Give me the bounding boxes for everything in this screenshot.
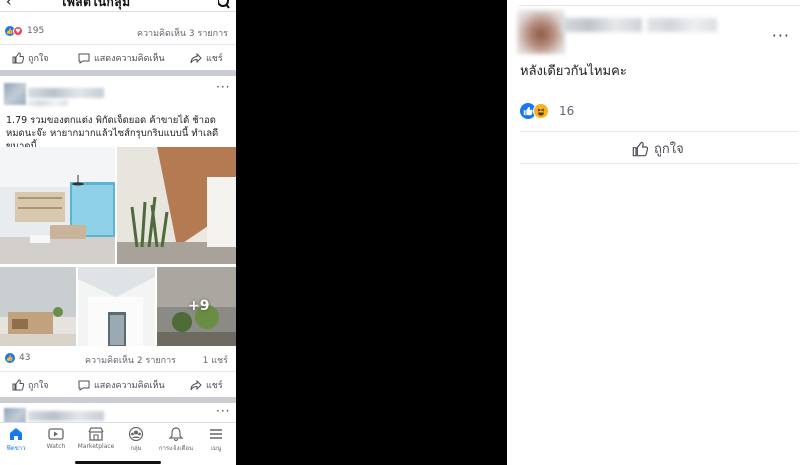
share-button[interactable]: แชร์ bbox=[190, 51, 223, 65]
menu-icon bbox=[210, 429, 222, 439]
like-label: ถูกใจ bbox=[654, 142, 684, 157]
comment-icon bbox=[78, 53, 90, 64]
comments-count[interactable]: ความคิดเห็น 2 รายการ bbox=[85, 353, 176, 367]
tab-label: การแจ้งเตือน bbox=[158, 445, 194, 452]
author-name[interactable] bbox=[28, 411, 104, 421]
divider bbox=[519, 5, 800, 6]
shares-count[interactable]: 1 แชร์ bbox=[203, 353, 228, 367]
share-button[interactable]: แชร์ bbox=[190, 378, 223, 392]
commenter-name[interactable] bbox=[562, 18, 642, 32]
tab-label: ฟีดข่าว bbox=[6, 445, 26, 452]
header-title: โพสต์ในกลุ่ม bbox=[60, 0, 131, 9]
comment-button[interactable]: แสดงความคิดเห็น bbox=[78, 378, 165, 392]
tab-menu[interactable]: เมนู bbox=[196, 427, 236, 453]
like-button[interactable]: ถูกใจ bbox=[632, 138, 684, 159]
search-icon[interactable] bbox=[217, 0, 230, 13]
back-icon[interactable]: ‹ bbox=[6, 0, 12, 10]
share-label: แชร์ bbox=[206, 53, 223, 64]
groups-icon bbox=[128, 427, 144, 441]
more-options-icon[interactable]: ··· bbox=[216, 80, 230, 94]
share-icon bbox=[190, 379, 202, 390]
comment-label: แสดงความคิดเห็น bbox=[94, 380, 165, 391]
like-reaction-icon: 👍 bbox=[5, 353, 15, 363]
top-header: ‹ โพสต์ในกลุ่ม bbox=[0, 0, 236, 12]
right-comment-panel: ··· หลังเดียวกันไหมคะ 16 ถูกใจ bbox=[507, 0, 800, 465]
post-separator bbox=[0, 397, 236, 403]
divider bbox=[520, 131, 798, 132]
post2-reactions[interactable]: 👍 43 bbox=[5, 353, 30, 363]
like-button[interactable]: ถูกใจ bbox=[12, 378, 49, 392]
tab-label: กลุ่ม bbox=[130, 445, 142, 452]
post-photo-4[interactable] bbox=[78, 267, 155, 346]
share-label: แชร์ bbox=[206, 380, 223, 391]
post2-action-bar: ถูกใจ แสดงความคิดเห็น แชร์ bbox=[0, 371, 236, 397]
bell-icon bbox=[168, 427, 184, 441]
like-label: ถูกใจ bbox=[28, 380, 49, 391]
tab-notifications[interactable]: การแจ้งเตือน bbox=[156, 427, 196, 453]
comment-label: แสดงความคิดเห็น bbox=[94, 53, 165, 64]
tab-label: Marketplace bbox=[77, 443, 115, 450]
comment-reactions[interactable]: 16 bbox=[520, 103, 574, 119]
haha-reaction-icon bbox=[533, 103, 549, 119]
reaction-count: 43 bbox=[19, 353, 31, 363]
post-photo-1[interactable] bbox=[0, 147, 115, 264]
thumbs-up-icon bbox=[632, 141, 648, 156]
like-button[interactable]: ถูกใจ bbox=[12, 51, 49, 65]
reaction-count: 16 bbox=[559, 104, 575, 118]
reaction-count: 195 bbox=[27, 26, 45, 36]
comment-text: หลังเดียวกันไหมคะ bbox=[520, 64, 627, 79]
post-timestamp bbox=[28, 100, 68, 106]
post1-reactions[interactable]: 👍 ♥ 195 bbox=[5, 26, 44, 36]
marketplace-icon bbox=[88, 427, 104, 441]
home-icon bbox=[10, 428, 22, 440]
post-separator bbox=[0, 70, 236, 76]
tab-news-feed[interactable]: ฟีดข่าว bbox=[0, 427, 36, 453]
home-indicator bbox=[75, 461, 161, 464]
commenter-name-part bbox=[647, 18, 717, 32]
more-options-icon[interactable]: ··· bbox=[772, 26, 790, 45]
divider bbox=[520, 163, 798, 164]
post1-action-bar: ถูกใจ แสดงความคิดเห็น แชร์ bbox=[0, 44, 236, 70]
author-avatar[interactable] bbox=[4, 83, 26, 105]
commenter-avatar[interactable] bbox=[517, 10, 565, 54]
comment-button[interactable]: แสดงความคิดเห็น bbox=[78, 51, 165, 65]
comment-icon bbox=[78, 380, 90, 391]
comments-count[interactable]: ความคิดเห็น 3 รายการ bbox=[137, 26, 228, 40]
left-phone-screen: ‹ โพสต์ในกลุ่ม 👍 ♥ 195 ความคิดเห็น 3 ราย… bbox=[0, 0, 236, 465]
more-photos-count[interactable]: +9 bbox=[188, 298, 209, 314]
watch-icon bbox=[48, 428, 64, 440]
like-label: ถูกใจ bbox=[28, 53, 49, 64]
post-photo-3[interactable] bbox=[0, 267, 76, 346]
love-reaction-icon: ♥ bbox=[13, 26, 23, 36]
tab-marketplace[interactable]: Marketplace bbox=[76, 427, 116, 450]
more-options-icon[interactable]: ··· bbox=[216, 404, 230, 418]
tab-watch[interactable]: Watch bbox=[36, 427, 76, 450]
bottom-tab-bar: ฟีดข่าว Watch Marketplace กลุ่ม การแจ้งเ… bbox=[0, 422, 236, 465]
author-name[interactable] bbox=[28, 88, 104, 98]
thumbs-up-icon bbox=[12, 51, 24, 63]
post-photo-2[interactable] bbox=[117, 147, 236, 264]
post2-stats: 👍 43 ความคิดเห็น 2 รายการ 1 แชร์ bbox=[0, 352, 236, 366]
post1-stats: 👍 ♥ 195 ความคิดเห็น 3 รายการ bbox=[0, 25, 236, 39]
tab-groups[interactable]: กลุ่ม bbox=[116, 427, 156, 453]
share-icon bbox=[190, 52, 202, 63]
tab-label: Watch bbox=[46, 443, 66, 450]
thumbs-up-icon bbox=[12, 378, 24, 390]
tab-label: เมนู bbox=[210, 445, 222, 452]
